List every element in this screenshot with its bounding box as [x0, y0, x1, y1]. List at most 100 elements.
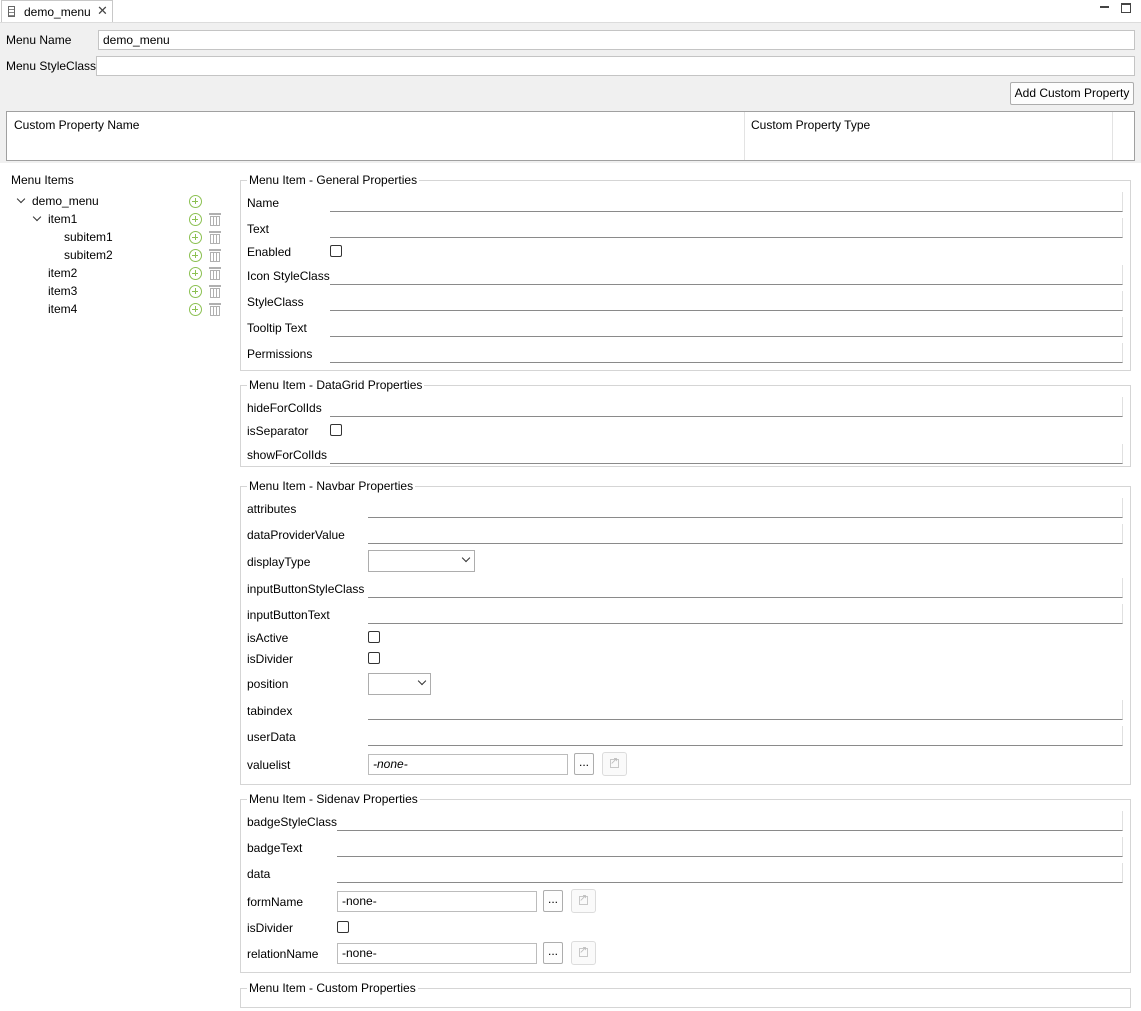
general-properties-title: Menu Item - General Properties	[247, 173, 420, 187]
isdivider-checkbox[interactable]	[368, 652, 380, 664]
showforcolids-input[interactable]	[330, 444, 1123, 464]
add-circle-icon[interactable]	[189, 303, 202, 316]
isseparator-checkbox[interactable]	[330, 424, 342, 436]
valuelist-input[interactable]: -none-	[368, 754, 568, 775]
showforcolids-label: showForColIds	[247, 448, 328, 462]
badgestyleclass-label: badgeStyleClass	[247, 815, 338, 829]
icon-styleclass-input[interactable]	[330, 265, 1123, 285]
isseparator-label: isSeparator	[247, 424, 309, 438]
editor-tab-bar: demo_menu ✕	[0, 0, 1141, 23]
isdivider-label: isDivider	[247, 652, 294, 666]
text-input[interactable]	[330, 218, 1123, 238]
menu-styleclass-label: Menu StyleClass	[6, 59, 97, 73]
add-circle-icon[interactable]	[189, 285, 202, 298]
displaytype-label: displayType	[247, 555, 311, 569]
tree-node-item2[interactable]: item2	[48, 266, 77, 280]
styleclass-input[interactable]	[330, 291, 1123, 311]
trash-icon[interactable]	[208, 229, 222, 245]
userdata-input[interactable]	[368, 726, 1123, 746]
chevron-down-icon	[417, 676, 427, 686]
isactive-checkbox[interactable]	[368, 631, 380, 643]
custom-properties-group: Menu Item - Custom Properties	[240, 981, 1131, 1008]
custom-property-table[interactable]: Custom Property Name Custom Property Typ…	[6, 111, 1135, 161]
add-circle-icon[interactable]	[189, 231, 202, 244]
styleclass-label: StyleClass	[247, 295, 304, 309]
menu-styleclass-input[interactable]	[96, 56, 1135, 76]
editor-tab-title: demo_menu	[24, 5, 91, 19]
minimize-icon[interactable]	[1100, 3, 1110, 13]
permissions-input[interactable]	[330, 343, 1123, 363]
open-link-icon[interactable]	[571, 941, 596, 965]
datagrid-properties-title: Menu Item - DataGrid Properties	[247, 378, 425, 392]
displaytype-select[interactable]	[368, 550, 475, 572]
inputbuttontext-input[interactable]	[368, 604, 1123, 624]
trash-icon[interactable]	[208, 283, 222, 299]
attributes-input[interactable]	[368, 498, 1123, 518]
formname-input[interactable]: -none-	[337, 891, 537, 912]
menu-name-input[interactable]: demo_menu	[98, 30, 1135, 50]
name-label: Name	[247, 196, 280, 210]
editor-tab[interactable]: demo_menu ✕	[1, 0, 113, 22]
tree-node-subitem2[interactable]: subitem2	[64, 248, 113, 262]
column-divider	[1112, 112, 1113, 160]
tree-node-item4[interactable]: item4	[48, 302, 77, 316]
add-custom-property-button[interactable]: Add Custom Property	[1010, 82, 1134, 105]
relationname-browse-button[interactable]: ...	[543, 942, 563, 964]
sidenav-properties-title: Menu Item - Sidenav Properties	[247, 792, 420, 806]
sidenav-isdivider-checkbox[interactable]	[337, 921, 349, 933]
navbar-properties-title: Menu Item - Navbar Properties	[247, 479, 416, 493]
position-label: position	[247, 677, 289, 691]
relationname-input[interactable]: -none-	[337, 943, 537, 964]
userdata-label: userData	[247, 730, 296, 744]
open-link-icon[interactable]	[602, 752, 627, 776]
add-circle-icon[interactable]	[189, 267, 202, 280]
valuelist-browse-button[interactable]: ...	[574, 753, 594, 775]
tree-node-demo-menu[interactable]: demo_menu	[32, 194, 99, 208]
add-circle-icon[interactable]	[189, 249, 202, 262]
hideforcolids-input[interactable]	[330, 397, 1123, 417]
column-divider	[744, 112, 745, 160]
column-header-name[interactable]: Custom Property Name	[14, 118, 139, 132]
column-header-type[interactable]: Custom Property Type	[751, 118, 870, 132]
position-select[interactable]	[368, 673, 431, 695]
trash-icon[interactable]	[208, 211, 222, 227]
inputbuttonstyleclass-input[interactable]	[368, 578, 1123, 598]
trash-icon[interactable]	[208, 265, 222, 281]
maximize-icon[interactable]	[1121, 3, 1131, 13]
expand-arrow-icon[interactable]	[32, 212, 42, 222]
tooltip-text-input[interactable]	[330, 317, 1123, 337]
tree-node-item3[interactable]: item3	[48, 284, 77, 298]
tabindex-input[interactable]	[368, 700, 1123, 720]
isactive-label: isActive	[247, 631, 289, 645]
add-circle-icon[interactable]	[189, 213, 202, 226]
data-label: data	[247, 867, 271, 881]
inputbuttontext-label: inputButtonText	[247, 608, 330, 622]
expand-arrow-icon[interactable]	[16, 194, 26, 204]
tree-node-item1[interactable]: item1	[48, 212, 77, 226]
trash-icon[interactable]	[208, 247, 222, 263]
enabled-label: Enabled	[247, 245, 292, 259]
custom-properties-title: Menu Item - Custom Properties	[247, 981, 418, 995]
tree-node-subitem1[interactable]: subitem1	[64, 230, 113, 244]
inputbuttonstyleclass-label: inputButtonStyleClass	[247, 582, 365, 596]
enabled-checkbox[interactable]	[330, 245, 342, 257]
close-icon[interactable]: ✕	[97, 4, 108, 18]
dataprovidervalue-input[interactable]	[368, 524, 1123, 544]
name-input[interactable]	[330, 192, 1123, 212]
menu-name-label: Menu Name	[6, 33, 72, 47]
badgestyleclass-input[interactable]	[337, 811, 1123, 831]
menu-file-icon	[8, 6, 15, 17]
trash-icon[interactable]	[208, 301, 222, 317]
add-circle-icon[interactable]	[189, 195, 202, 208]
chevron-down-icon	[461, 553, 471, 563]
formname-browse-button[interactable]: ...	[543, 890, 563, 912]
badgetext-input[interactable]	[337, 837, 1123, 857]
data-input[interactable]	[337, 863, 1123, 883]
dataprovidervalue-label: dataProviderValue	[247, 528, 345, 542]
menu-items-label: Menu Items	[11, 173, 74, 187]
open-link-icon[interactable]	[571, 889, 596, 913]
permissions-label: Permissions	[247, 347, 313, 361]
tabindex-label: tabindex	[247, 704, 293, 718]
valuelist-label: valuelist	[247, 758, 291, 772]
attributes-label: attributes	[247, 502, 297, 516]
